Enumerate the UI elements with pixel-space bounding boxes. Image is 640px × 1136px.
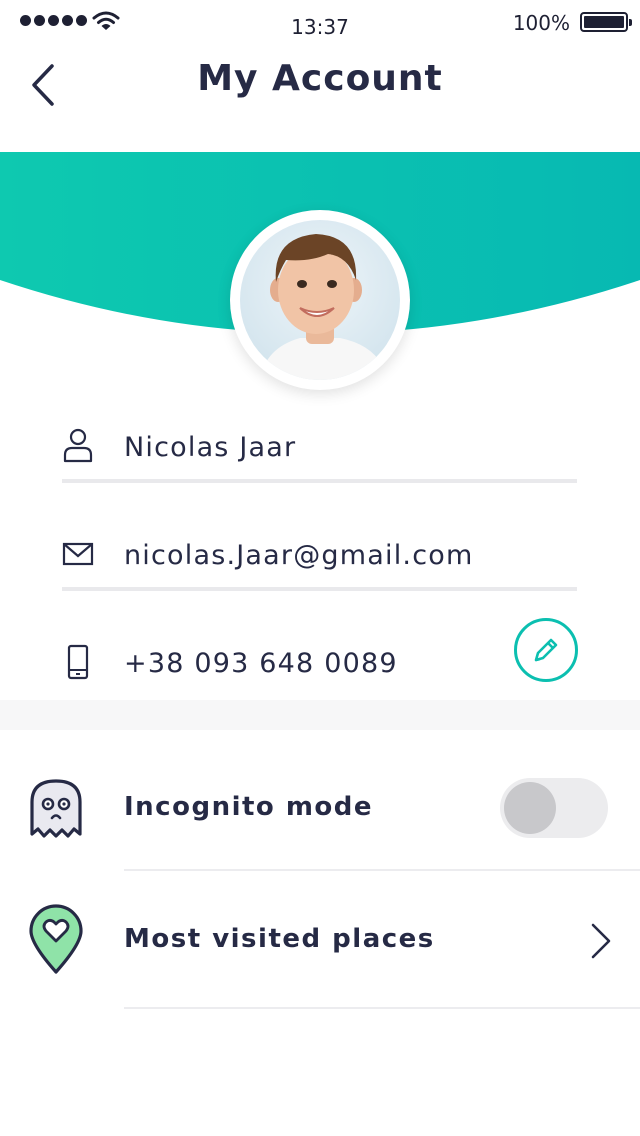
status-bar: 13:37 100% [0,0,640,44]
incognito-divider [124,869,640,871]
edit-profile-button[interactable] [514,618,578,682]
name-divider [62,479,577,483]
toggle-knob [504,782,556,834]
envelope-icon [62,542,94,566]
profile-email: nicolas.Jaar@gmail.com [124,540,474,571]
places-divider [124,1007,640,1009]
avatar-photo [240,220,400,380]
battery-percentage: 100% [512,11,570,35]
ghost-icon [30,779,82,838]
incognito-toggle[interactable] [500,778,608,838]
user-icon [63,428,93,463]
profile-avatar[interactable] [230,210,410,390]
phone-icon [67,644,89,680]
pencil-icon [534,638,558,662]
most-visited-places-label: Most visited places [124,924,435,954]
email-row: nicolas.Jaar@gmail.com [62,528,577,588]
section-separator [0,700,640,730]
chevron-right-icon[interactable] [585,920,615,962]
heart-pin-icon [29,904,83,974]
profile-phone: +38 093 648 0089 [124,648,398,679]
incognito-label: Incognito mode [124,792,374,822]
battery-icon [580,12,632,32]
page-title: My Account [197,58,443,99]
email-divider [62,587,577,591]
most-visited-places-item[interactable]: Most visited places [0,872,640,1002]
profile-name: Nicolas Jaar [124,432,297,463]
name-row: Nicolas Jaar [62,420,577,480]
phone-row: +38 093 648 0089 [62,636,577,696]
